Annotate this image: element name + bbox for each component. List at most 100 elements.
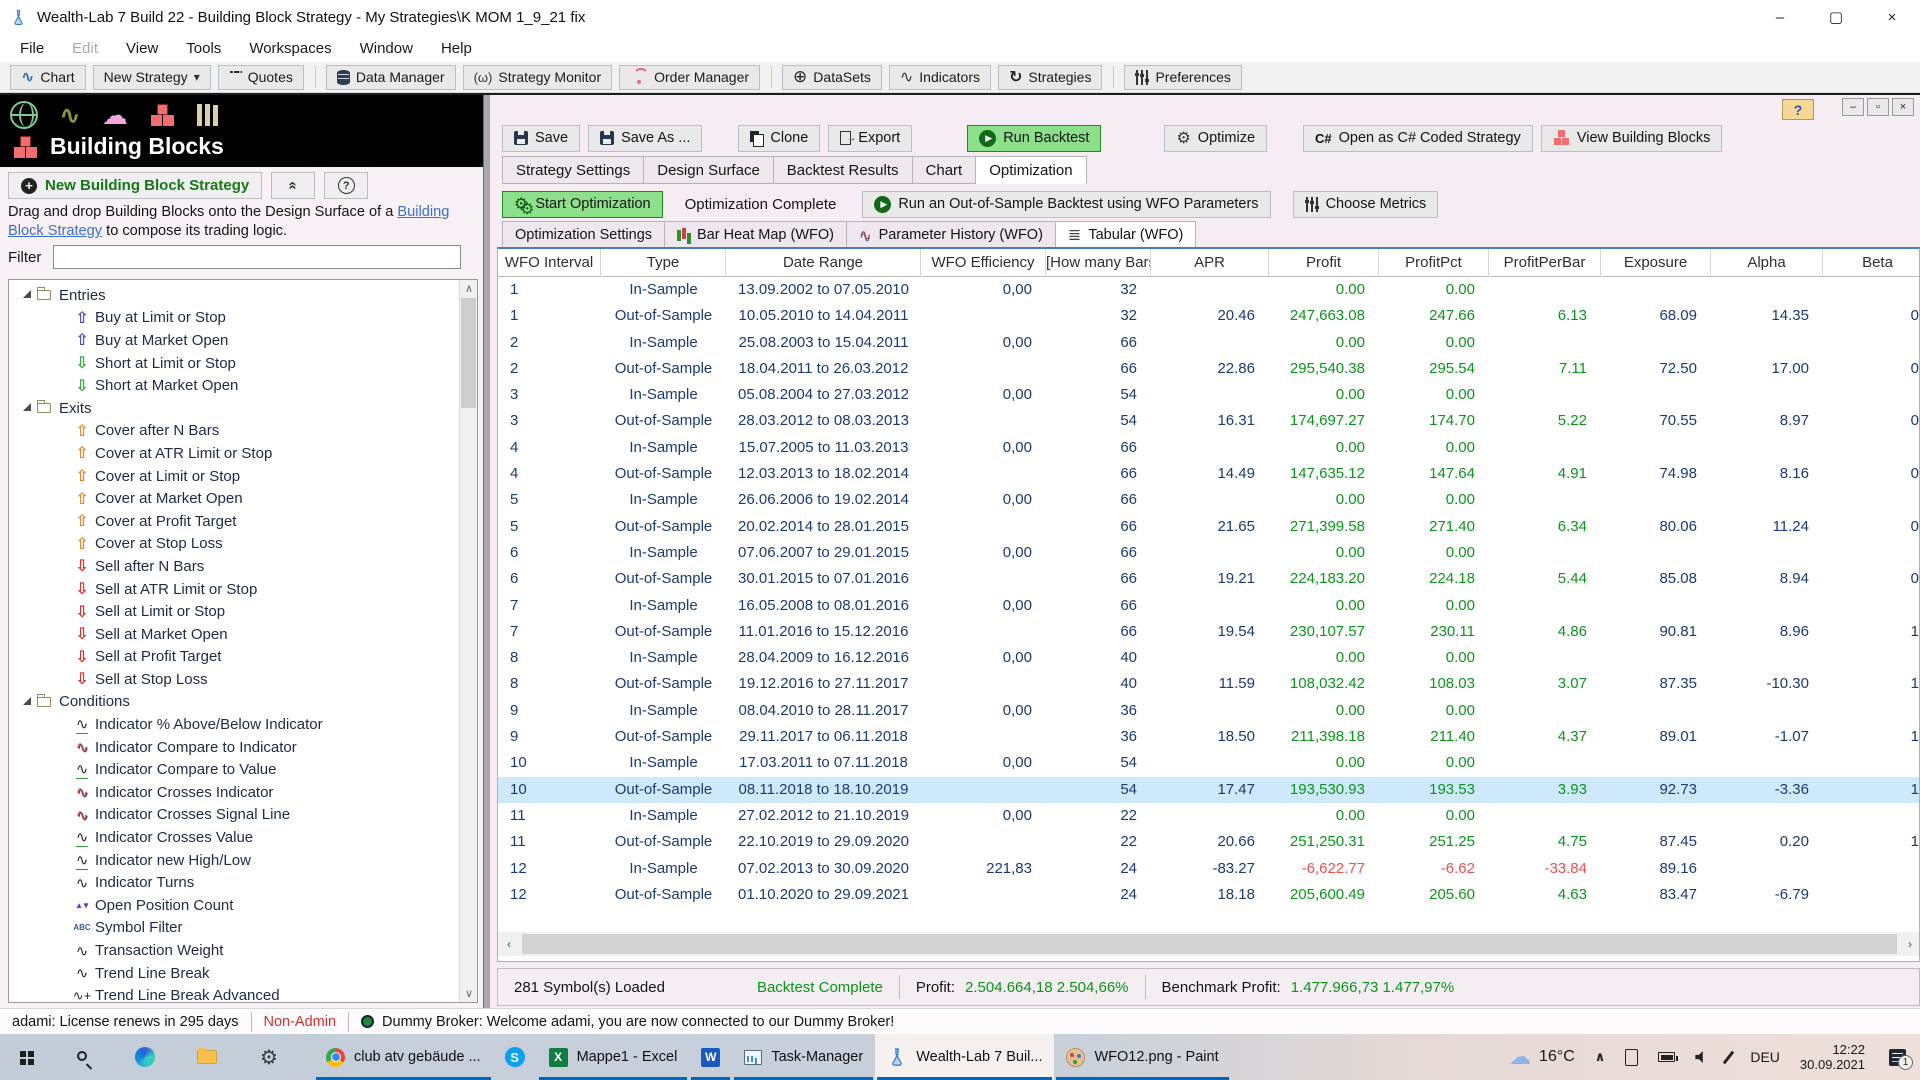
tree-item-sell-at-limit-or-stop[interactable]: Sell at Limit or Stop	[9, 600, 459, 623]
battery-icon[interactable]	[1658, 1052, 1679, 1062]
column-header-date-range[interactable]: Date Range	[726, 249, 921, 277]
tree-item-trend-line-break-advanced[interactable]: Trend Line Break Advanced	[9, 984, 459, 1002]
column-header-exposure[interactable]: Exposure	[1601, 249, 1711, 277]
toolbar-button-new-strategy[interactable]: New Strategy	[92, 64, 211, 90]
table-row[interactable]: 6 In-Sample 07.06.2007 to 29.01.2015 0,00 66…	[498, 540, 1919, 566]
tree-item-buy-at-market-open[interactable]: Buy at Market Open	[9, 329, 459, 352]
scroll-right-icon[interactable]: ›	[1899, 932, 1919, 956]
menu-workspaces[interactable]: Workspaces	[249, 40, 331, 57]
pen-icon[interactable]	[1723, 1050, 1735, 1064]
tree-item-transaction-weight[interactable]: Transaction Weight	[9, 939, 459, 962]
run-backtest-button[interactable]: Run Backtest	[967, 124, 1102, 152]
expander-icon[interactable]	[23, 403, 31, 412]
task-wfo12-png-paint[interactable]: WFO12.png - Paint	[1054, 1034, 1230, 1080]
table-row[interactable]: 1 In-Sample 13.09.2002 to 07.05.2010 0,00 32…	[498, 277, 1919, 303]
tree-item-indicator-compare-to-value[interactable]: Indicator Compare to Value	[9, 758, 459, 781]
table-row[interactable]: 11 Out-of-Sample 22.10.2019 to 29.09.2020 2…	[498, 829, 1919, 855]
tray-expand-icon[interactable]	[1595, 1049, 1606, 1065]
filter-input[interactable]	[53, 245, 462, 269]
taskbar-edge-icon[interactable]	[114, 1034, 176, 1080]
table-row[interactable]: 9 In-Sample 08.04.2010 to 28.11.2017 0,00 36…	[498, 698, 1919, 724]
clone-button[interactable]: Clone	[738, 124, 821, 152]
close-button[interactable]: ×	[1864, 0, 1920, 34]
tree-item-indicator-above-below-indicator[interactable]: Indicator % Above/Below Indicator	[9, 713, 459, 736]
minimize-button[interactable]: –	[1752, 0, 1808, 34]
tree-item-sell-at-atr-limit-or-stop[interactable]: Sell at ATR Limit or Stop	[9, 578, 459, 601]
tree-item-cover-at-profit-target[interactable]: Cover at Profit Target	[9, 510, 459, 533]
new-building-block-strategy-button[interactable]: New Building Block Strategy	[8, 172, 263, 199]
clock[interactable]: 12:22 30.09.2021	[1800, 1042, 1865, 1072]
menu-window[interactable]: Window	[360, 40, 413, 57]
expander-icon[interactable]	[23, 696, 31, 705]
toolbar-button-indicators[interactable]: Indicators	[888, 64, 991, 90]
tree-item-short-at-limit-or-stop[interactable]: Short at Limit or Stop	[9, 352, 459, 375]
tab-design-surface[interactable]: Design Surface	[644, 156, 774, 184]
column-header-type[interactable]: Type	[601, 249, 726, 277]
table-row[interactable]: 5 In-Sample 26.06.2006 to 19.02.2014 0,00 66…	[498, 487, 1919, 513]
tree-scrollbar-thumb[interactable]	[461, 298, 476, 408]
column-header-beta[interactable]: Beta	[1823, 249, 1919, 277]
tree-item-cover-at-stop-loss[interactable]: Cover at Stop Loss	[9, 533, 459, 556]
tree-item-open-position-count[interactable]: Open Position Count	[9, 894, 459, 917]
view-building-blocks-button[interactable]: View Building Blocks	[1540, 124, 1723, 152]
table-row[interactable]: 6 Out-of-Sample 30.01.2015 to 07.01.2016 66…	[498, 566, 1919, 592]
column-header-profit[interactable]: Profit	[1269, 249, 1379, 277]
doc-minimize-button[interactable]: –	[1842, 98, 1864, 116]
tree-folder-exits[interactable]: Exits	[9, 397, 459, 420]
optimize-button[interactable]: Optimize	[1164, 124, 1268, 152]
brain-icon[interactable]	[102, 100, 128, 131]
menu-edit[interactable]: Edit	[72, 40, 98, 57]
table-row[interactable]: 12 In-Sample 07.02.2013 to 30.09.2020 221,8…	[498, 856, 1919, 882]
column-header-wfo-interval[interactable]: WFO Interval	[498, 249, 601, 277]
help-button[interactable]	[324, 172, 369, 199]
toolbar-button-quotes[interactable]: Quotes	[217, 64, 304, 90]
sidebar-splitter[interactable]	[483, 95, 490, 1010]
table-row[interactable]: 2 In-Sample 25.08.2003 to 15.04.2011 0,00 66…	[498, 330, 1919, 356]
toolbar-button-data-manager[interactable]: Data Manager	[325, 64, 456, 90]
table-row[interactable]: 4 Out-of-Sample 12.03.2013 to 18.02.2014 66…	[498, 461, 1919, 487]
doc-close-button[interactable]: ×	[1892, 98, 1914, 116]
table-row[interactable]: 11 In-Sample 27.02.2012 to 21.10.2019 0,00 2…	[498, 803, 1919, 829]
cubes-big-icon[interactable]	[149, 103, 175, 127]
tree-folder-entries[interactable]: Entries	[9, 284, 459, 307]
language-indicator[interactable]: DEU	[1750, 1049, 1780, 1065]
scroll-up-icon[interactable]: ∧	[460, 280, 477, 297]
table-row[interactable]: 7 Out-of-Sample 11.01.2016 to 15.12.2016 66…	[498, 619, 1919, 645]
column-header-alpha[interactable]: Alpha	[1711, 249, 1823, 277]
menu-tools[interactable]: Tools	[186, 40, 221, 57]
menu-file[interactable]: File	[20, 40, 44, 57]
choose-metrics-button[interactable]: Choose Metrics	[1292, 190, 1439, 218]
start-button[interactable]	[0, 1034, 52, 1080]
tree-item-symbol-filter[interactable]: Symbol Filter	[9, 917, 459, 940]
menu-view[interactable]: View	[126, 40, 158, 57]
action-center-icon[interactable]: 1	[1889, 1048, 1913, 1070]
start-optimization-button[interactable]: Start Optimization	[502, 190, 663, 218]
toolbar-button-strategy-monitor[interactable]: Strategy Monitor	[462, 64, 613, 90]
save-button[interactable]: Save	[502, 124, 581, 152]
maximize-button[interactable]: ▢	[1808, 0, 1864, 34]
doc-restore-button[interactable]: ▫	[1867, 98, 1889, 116]
table-row[interactable]: 8 In-Sample 28.04.2009 to 16.12.2016 0,00 40…	[498, 645, 1919, 671]
table-row[interactable]: 4 In-Sample 15.07.2005 to 11.03.2013 0,00 66…	[498, 435, 1919, 461]
menu-help[interactable]: Help	[441, 40, 472, 57]
toolbar-button-order-manager[interactable]: Order Manager	[619, 64, 761, 90]
tree-item-cover-at-market-open[interactable]: Cover at Market Open	[9, 487, 459, 510]
subtab-optimization-settings[interactable]: Optimization Settings	[502, 221, 666, 248]
task-club-atv-geb-ude-[interactable]: club atv gebäude ...	[314, 1034, 493, 1080]
tree-item-cover-after-n-bars[interactable]: Cover after N Bars	[9, 420, 459, 443]
table-row[interactable]: 2 Out-of-Sample 18.04.2011 to 26.03.2012 66…	[498, 356, 1919, 382]
tree-item-indicator-crosses-indicator[interactable]: Indicator Crosses Indicator	[9, 781, 459, 804]
wave-olive-icon[interactable]	[59, 100, 81, 131]
taskbar-settings-icon[interactable]	[238, 1034, 300, 1080]
tree-item-indicator-turns[interactable]: Indicator Turns	[9, 871, 459, 894]
table-row[interactable]: 10 Out-of-Sample 08.11.2018 to 18.10.2019 5…	[498, 776, 1919, 803]
tree-item-sell-at-profit-target[interactable]: Sell at Profit Target	[9, 646, 459, 669]
table-row[interactable]: 8 Out-of-Sample 19.12.2016 to 27.11.2017 40…	[498, 671, 1919, 697]
tree-item-trend-line-break[interactable]: Trend Line Break	[9, 962, 459, 985]
toolbar-button-preferences[interactable]: Preferences	[1124, 64, 1242, 90]
taskbar-explorer-icon[interactable]	[176, 1034, 238, 1080]
taskbar-search-icon[interactable]	[52, 1034, 114, 1080]
table-row[interactable]: 1 Out-of-Sample 10.05.2010 to 14.04.2011 32…	[498, 303, 1919, 329]
tab-optimization[interactable]: Optimization	[976, 156, 1087, 184]
library-icon[interactable]	[195, 103, 220, 127]
